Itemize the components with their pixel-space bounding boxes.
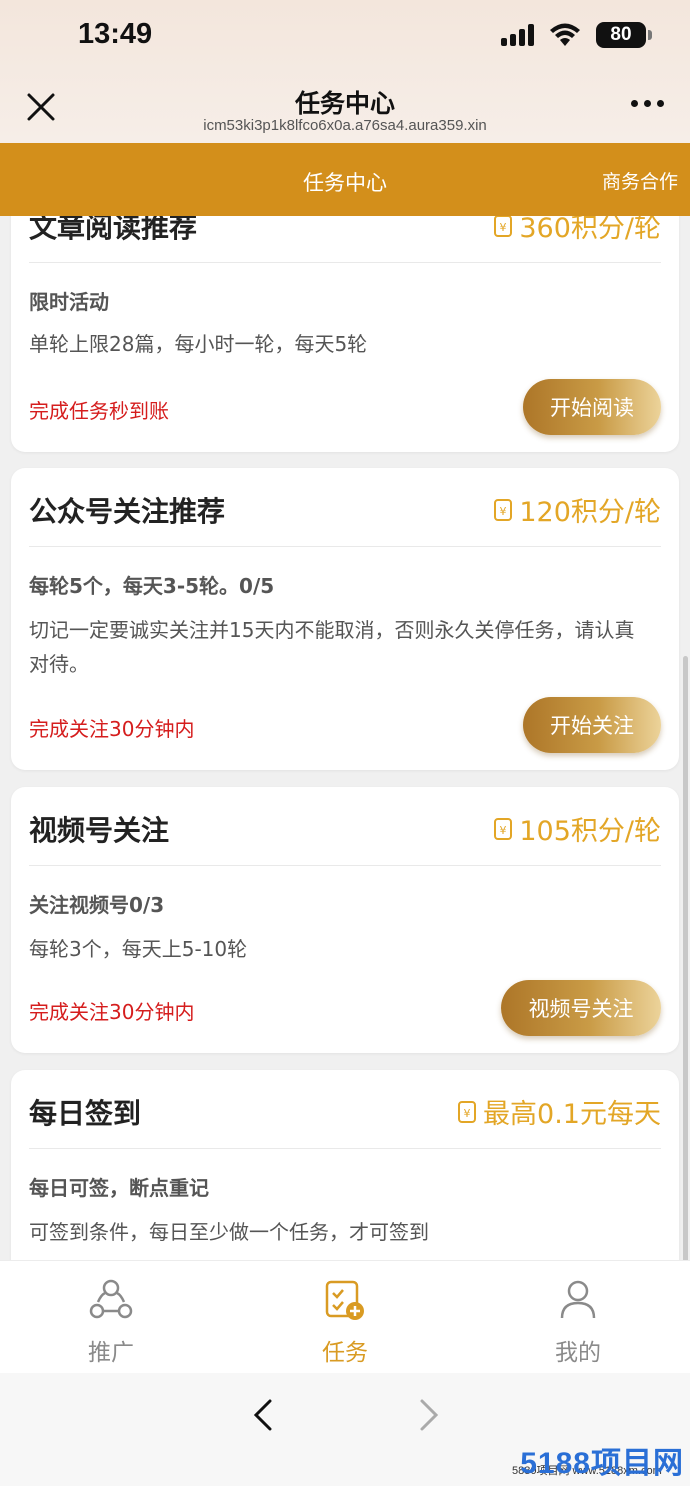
task-note: 完成关注30分钟内: [29, 1000, 195, 1024]
task-add-icon: [325, 1280, 364, 1320]
coin-icon: ¥: [494, 216, 513, 237]
divider: [29, 865, 661, 866]
status-time: 13:49: [78, 18, 153, 50]
task-reward: ¥ 最高0.1元每天: [457, 1092, 661, 1131]
svg-text:¥: ¥: [500, 221, 507, 234]
divider: [29, 1148, 661, 1149]
divider: [29, 262, 661, 263]
task-reward-text: 105积分/轮: [519, 816, 661, 847]
tab-label: 推广: [88, 1340, 134, 1366]
wifi-icon: [550, 23, 580, 46]
watermark: 5188项目网: [520, 1447, 684, 1480]
browser-header: 13:49 80 任务中心 icm53ki3p1k8lfco6x0a.a76sa…: [0, 0, 690, 143]
task-subtitle: 限时活动: [29, 290, 109, 314]
svg-text:¥: ¥: [500, 505, 507, 518]
task-card-article: 文章阅读推荐 ¥ 360积分/轮 限时活动 单轮上限28篇，每小时一轮，每天5轮…: [11, 216, 679, 452]
task-note: 完成任务秒到账: [29, 399, 169, 423]
task-title: 公众号关注推荐: [29, 495, 226, 528]
coin-icon: ¥: [494, 817, 513, 840]
tab-mine[interactable]: 我的: [518, 1261, 638, 1374]
task-card-official-account: 公众号关注推荐 ¥ 120积分/轮 每轮5个，每天3-5轮。0/5 切记一定要诚…: [11, 468, 679, 770]
task-list[interactable]: 文章阅读推荐 ¥ 360积分/轮 限时活动 单轮上限28篇，每小时一轮，每天5轮…: [0, 216, 690, 1260]
task-card-daily-signin: 每日签到 ¥ 最高0.1元每天 每日可签，断点重记 可签到条件，每日至少做一个任…: [11, 1070, 679, 1260]
task-reward-text: 120积分/轮: [519, 497, 661, 528]
user-icon: [560, 1280, 596, 1319]
task-reward-text: 最高0.1元每天: [483, 1099, 661, 1130]
forward-arrow-icon[interactable]: [408, 1395, 448, 1435]
battery-icon: 80: [596, 22, 652, 48]
svg-text:¥: ¥: [464, 1107, 471, 1120]
task-reward: ¥ 120积分/轮: [493, 490, 661, 529]
coin-icon: ¥: [458, 1100, 477, 1123]
task-reward-text: 360积分/轮: [519, 216, 661, 244]
navbar-title: 任务中心: [303, 171, 387, 195]
tab-label: 我的: [555, 1340, 601, 1366]
browser-toolbar: 5880项目网 www.5188xm.com 5188项目网: [0, 1373, 690, 1486]
task-subtitle: 每轮5个，每天3-5轮。0/5: [29, 574, 275, 598]
task-title: 视频号关注: [29, 814, 170, 847]
task-description: 每轮3个，每天上5-10轮: [29, 937, 248, 961]
task-description: 单轮上限28篇，每小时一轮，每天5轮: [29, 332, 368, 356]
tab-tasks[interactable]: 任务: [285, 1261, 405, 1374]
task-card-video-account: 视频号关注 ¥ 105积分/轮 关注视频号0/3 每轮3个，每天上5-10轮 完…: [11, 787, 679, 1053]
start-follow-button[interactable]: 开始关注: [523, 697, 661, 753]
task-description: 可签到条件，每日至少做一个任务，才可签到: [29, 1220, 429, 1244]
business-cooperation-link[interactable]: 商务合作: [602, 167, 678, 194]
app-navbar: 任务中心 商务合作: [0, 143, 690, 216]
back-arrow-icon[interactable]: [244, 1395, 284, 1435]
task-title: 每日签到: [29, 1097, 142, 1130]
cellular-signal-icon: [501, 24, 534, 46]
divider: [29, 546, 661, 547]
svg-text:¥: ¥: [500, 824, 507, 837]
coin-icon: ¥: [494, 498, 513, 521]
more-options-icon[interactable]: [631, 100, 664, 107]
page-url: icm53ki3p1k8lfco6x0a.a76sa4.aura359.xin: [203, 117, 487, 134]
status-icons: 80: [501, 22, 652, 48]
task-description: 切记一定要诚实关注并15天内不能取消，否则永久关停任务，请认真对待。: [29, 618, 635, 676]
video-account-follow-button[interactable]: 视频号关注: [501, 980, 661, 1036]
task-note: 完成关注30分钟内: [29, 717, 195, 741]
bottom-tab-bar: 推广 任务 我的: [0, 1260, 690, 1373]
start-reading-button[interactable]: 开始阅读: [523, 379, 661, 435]
scrollbar[interactable]: [683, 656, 688, 1260]
task-reward: ¥ 105积分/轮: [493, 809, 661, 848]
task-title: 文章阅读推荐: [29, 216, 198, 244]
task-reward: ¥ 360积分/轮: [493, 216, 661, 245]
task-subtitle: 关注视频号0/3: [29, 893, 165, 917]
tab-label: 任务: [322, 1340, 368, 1366]
page-title: 任务中心: [294, 89, 395, 118]
task-subtitle: 每日可签，断点重记: [29, 1176, 209, 1200]
tab-promote[interactable]: 推广: [51, 1261, 171, 1374]
share-icon: [89, 1279, 133, 1319]
